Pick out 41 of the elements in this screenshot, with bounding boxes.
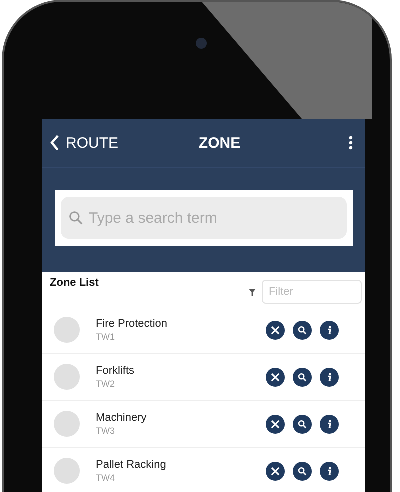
search-field[interactable]: Type a search term	[61, 197, 347, 239]
zone-code: TW2	[96, 379, 116, 389]
camera-icon	[196, 38, 207, 49]
search-button[interactable]	[293, 320, 312, 340]
info-button[interactable]	[320, 414, 339, 434]
avatar-circle	[54, 458, 80, 484]
zone-row[interactable]: Fire Protection TW1	[42, 307, 365, 354]
info-button[interactable]	[320, 320, 339, 340]
search-icon	[298, 420, 307, 428]
zone-code: TW3	[96, 426, 116, 436]
info-button[interactable]	[320, 368, 339, 386]
filter-icon	[249, 288, 256, 296]
zone-row[interactable]: Forklifts TW2	[42, 354, 365, 401]
zone-row[interactable]: Pallet Racking TW4	[42, 448, 365, 492]
back-button[interactable]: ROUTE	[50, 134, 118, 152]
search-icon	[298, 372, 307, 382]
zone-code: TW1	[96, 332, 116, 342]
avatar-circle	[54, 364, 80, 390]
zone-row[interactable]: Machinery TW3	[42, 401, 365, 448]
filter-field[interactable]: Filter	[262, 280, 362, 304]
chevron-left-icon	[50, 135, 60, 151]
info-icon	[325, 420, 334, 428]
avatar-circle	[54, 317, 80, 343]
zone-name: Machinery	[96, 412, 148, 424]
info-icon	[325, 466, 334, 476]
avatar-circle	[54, 411, 80, 437]
zone-name: Pallet Racking	[96, 459, 168, 471]
search-button[interactable]	[293, 462, 312, 480]
screen-title: ZONE	[198, 134, 241, 152]
search-button[interactable]	[293, 414, 312, 434]
info-icon	[325, 372, 334, 382]
more-options-icon[interactable]	[348, 136, 353, 150]
zone-name: Forklifts	[96, 365, 136, 377]
zone-name: Fire Protection	[96, 318, 169, 330]
info-button[interactable]	[320, 462, 339, 480]
info-icon	[325, 326, 334, 334]
search-button[interactable]	[293, 368, 312, 386]
list-title: Zone List	[50, 277, 99, 291]
zone-code: TW4	[96, 473, 116, 483]
search-icon	[298, 466, 307, 476]
search-icon	[298, 326, 307, 334]
